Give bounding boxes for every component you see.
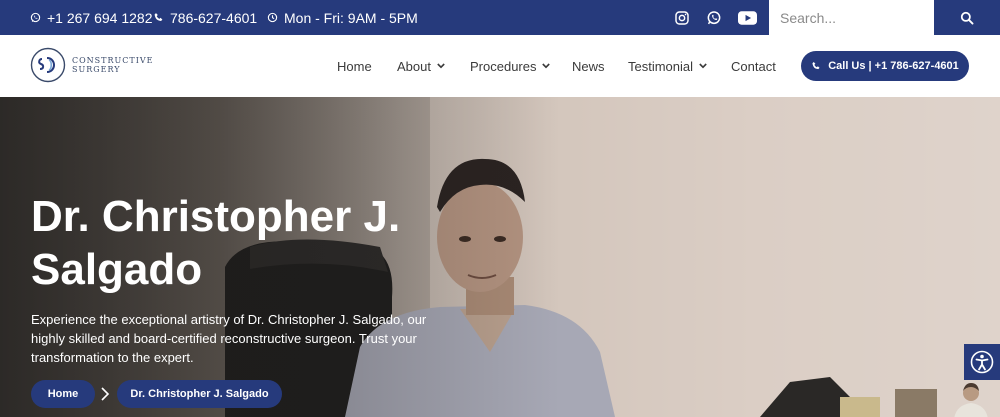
nav-procedures-label: Procedures [470,58,537,74]
phone-contact[interactable]: 786-627-4601 [153,0,257,35]
nav-home-label: Home [337,58,372,74]
site-logo[interactable]: CONSTRUCTIVE SURGERY [30,47,154,83]
whatsapp-icon [707,10,721,24]
youtube-icon [738,10,757,25]
logo-mark-icon [30,47,66,83]
phone-icon [812,62,820,70]
phone-secondary-text: 786-627-4601 [170,9,258,26]
nav-home[interactable]: Home [337,35,372,97]
logo-line-1: CONSTRUCTIVE [72,56,154,65]
clock-icon [267,12,278,23]
nav-testimonial[interactable]: Testimonial [628,35,707,97]
whatsapp-contact[interactable]: +1 267 694 1282 [30,0,153,35]
office-hours: Mon - Fri: 9AM - 5PM [267,0,418,35]
nav-contact-label: Contact [731,58,776,74]
breadcrumb-current: Dr. Christopher J. Salgado [117,380,282,408]
search-input[interactable] [769,0,934,35]
accessibility-icon [970,350,994,374]
hero-description: Experience the exceptional artistry of D… [31,312,427,365]
call-us-label: Call Us | +1 786-627-4601 [828,60,959,72]
phone-icon [154,13,163,21]
hero-banner: Dr. Christopher J. Salgado Experience th… [0,97,1000,417]
nav-about-label: About [397,58,431,74]
breadcrumb-home-label: Home [47,388,79,400]
hours-text: Mon - Fri: 9AM - 5PM [284,9,418,26]
top-bar: +1 267 694 1282 786-627-4601 Mon - Fri: … [0,0,1000,35]
nav-testimonial-label: Testimonial [628,58,694,74]
breadcrumb-home[interactable]: Home [31,380,95,408]
breadcrumb-current-label: Dr. Christopher J. Salgado [130,388,269,400]
logo-line-2: SURGERY [72,65,121,74]
nav-contact[interactable]: Contact [731,35,776,97]
chevron-down-icon [699,63,707,69]
chevron-down-icon [542,63,551,69]
phone-primary-text: +1 267 694 1282 [47,9,153,26]
instagram-link[interactable] [674,0,690,35]
logo-wordmark: CONSTRUCTIVE SURGERY [72,56,154,74]
nav-news[interactable]: News [572,35,605,97]
accessibility-button[interactable] [964,344,1000,380]
whatsapp-icon [30,12,41,23]
chat-avatar[interactable] [948,379,994,417]
search-button[interactable] [934,0,1000,35]
nav-about[interactable]: About [397,35,445,97]
search-icon [960,11,974,24]
page-title: Dr. Christopher J. Salgado [31,192,401,294]
nav-procedures[interactable]: Procedures [470,35,551,97]
site-header: CONSTRUCTIVE SURGERY Home About Procedur… [0,35,1000,97]
instagram-icon [675,10,689,25]
chevron-down-icon [437,63,445,69]
nav-news-label: News [572,58,605,74]
whatsapp-link[interactable] [706,0,722,35]
youtube-link[interactable] [738,0,757,35]
chevron-right-icon [101,387,110,401]
call-us-button[interactable]: Call Us | +1 786-627-4601 [801,51,969,81]
